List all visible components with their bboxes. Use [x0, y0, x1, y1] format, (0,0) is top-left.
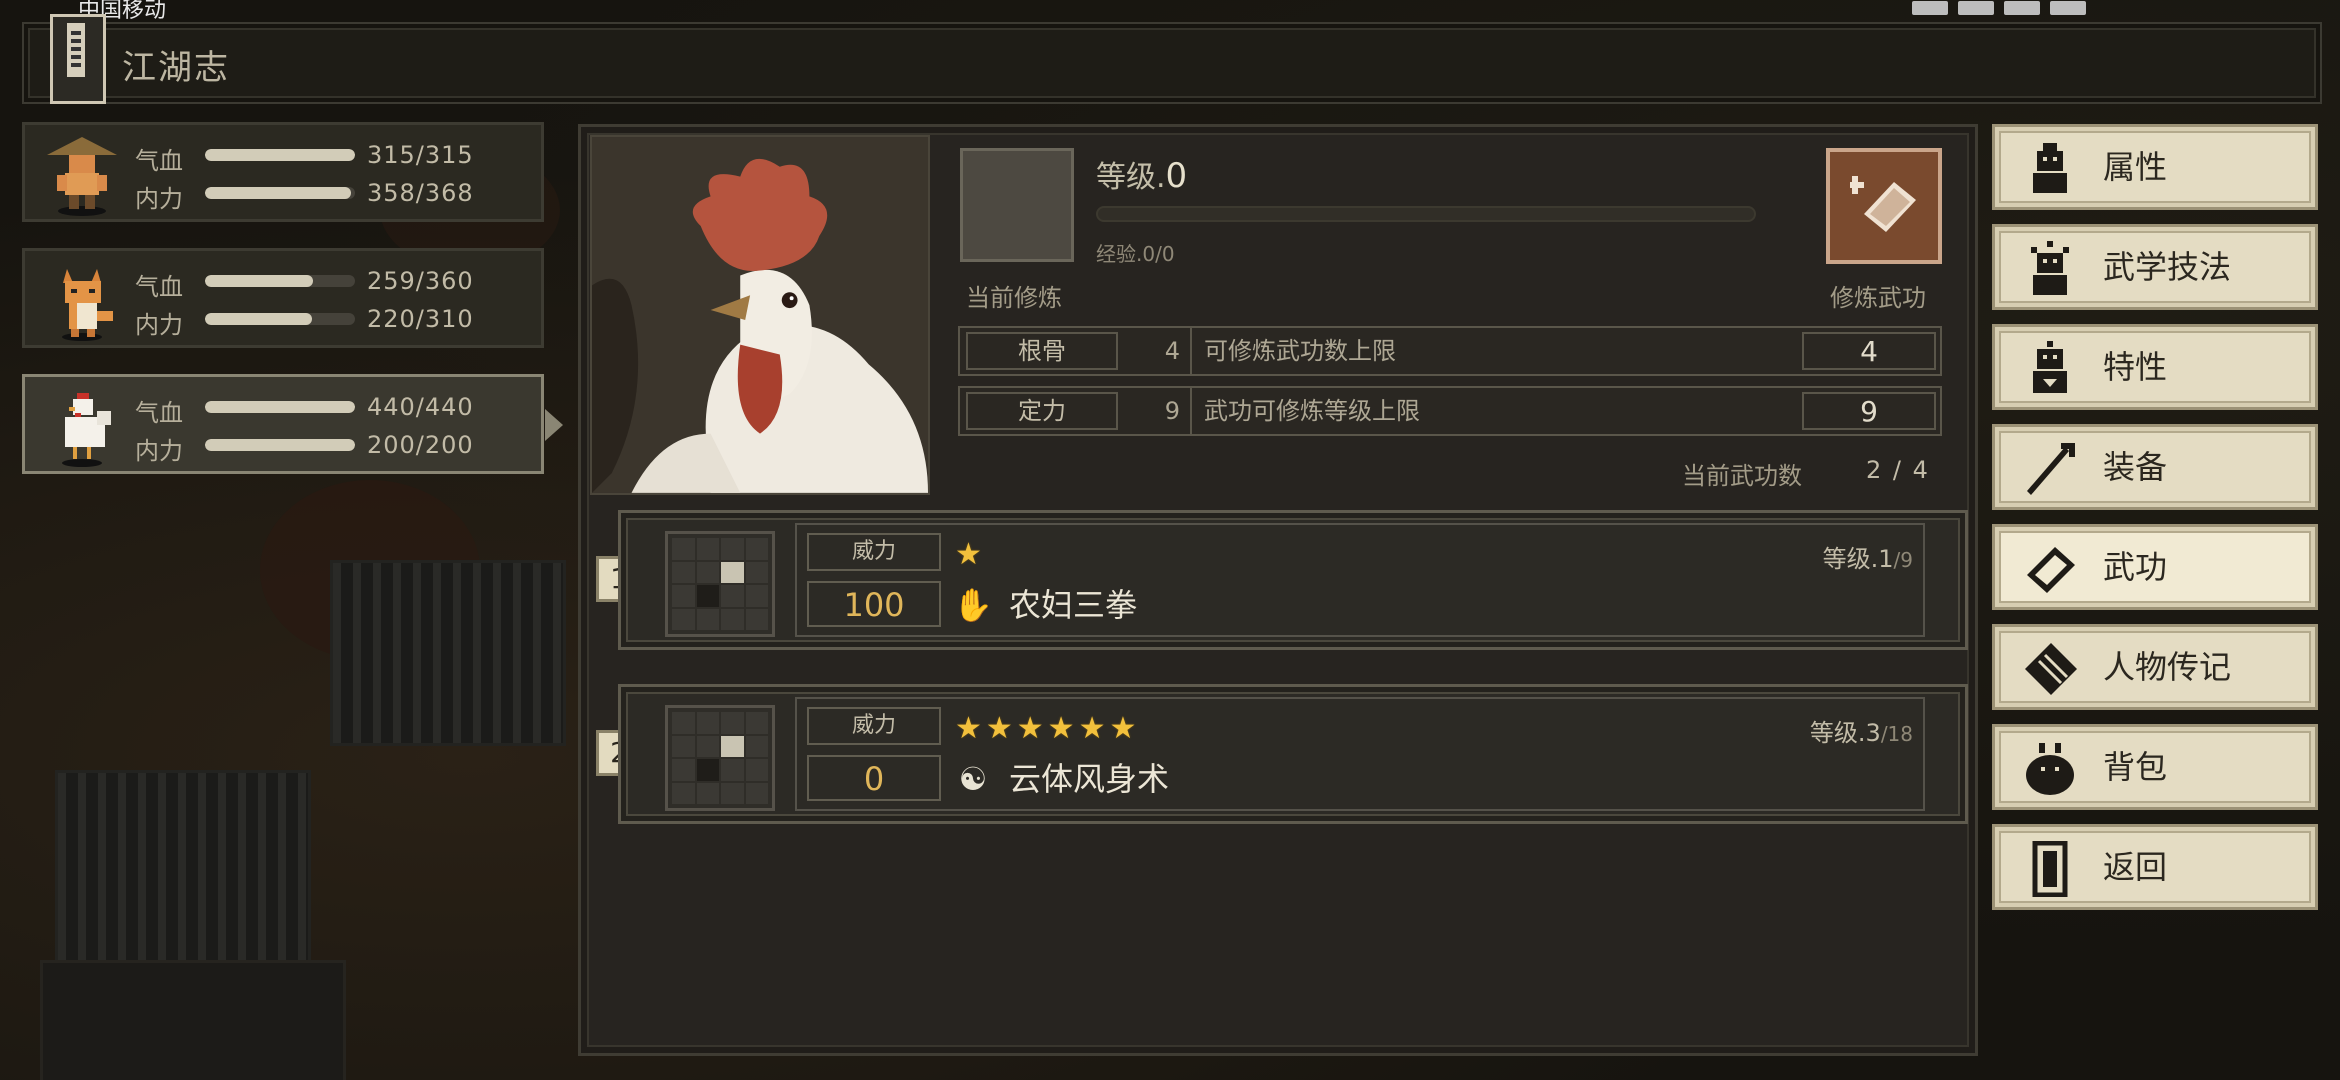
menu-label: 人物传记 — [2103, 648, 2232, 686]
current-training-slot[interactable] — [960, 148, 1074, 262]
rooster-portrait-image — [592, 137, 928, 493]
skill-name: 云体风身术 — [1009, 760, 1170, 798]
power-value: 0 — [807, 755, 941, 801]
yinyang-icon: ☯ — [958, 760, 988, 798]
skill-pattern-icon — [665, 531, 775, 637]
page-title: 江湖志 — [122, 48, 230, 88]
attribute-description: 可修炼武功数上限 — [1204, 337, 1396, 365]
party-member-2[interactable]: 气血 259/360 内力 220/310 — [22, 248, 544, 348]
fist-icon: ✋ — [953, 586, 993, 624]
attribute-value: 4 — [1164, 337, 1180, 365]
menu-label: 属性 — [2103, 148, 2168, 186]
martial-arts-icon — [2027, 547, 2075, 593]
experience-bar — [1096, 206, 1756, 222]
menu-backpack-button[interactable]: 背包 — [1992, 724, 2318, 810]
title-bar — [22, 22, 2322, 104]
power-label: 威力 — [807, 533, 941, 571]
skill-stars: ★★★★★★ — [955, 711, 1141, 746]
mp-label: 内力 — [135, 437, 183, 465]
straw-hat-hero-avatar — [47, 137, 117, 216]
experience-text: 经验.0/0 — [1096, 242, 1175, 266]
mp-label: 内力 — [135, 185, 183, 213]
menu-label: 背包 — [2103, 748, 2168, 786]
attribute-cap: 4 — [1802, 332, 1936, 370]
skill-level: 等级.3/18 — [1809, 719, 1913, 747]
rooster-avatar — [62, 393, 111, 467]
attributes-icon — [2033, 143, 2067, 193]
hp-value: 440/440 — [367, 393, 474, 421]
hp-label: 气血 — [135, 399, 183, 427]
scroll-plus-icon — [1850, 176, 1916, 232]
skill-pattern-icon — [665, 705, 775, 811]
backpack-icon — [2026, 743, 2074, 795]
skill-card-1[interactable]: 威力 100 ★ ✋ 农妇三拳 等级.1/9 — [618, 510, 1968, 650]
status-icons — [1912, 0, 2272, 18]
mp-bar — [205, 187, 355, 199]
attribute-cap: 9 — [1802, 392, 1936, 430]
attribute-name: 定力 — [966, 392, 1118, 430]
hp-label: 气血 — [135, 273, 183, 301]
training-level: 等级.0 — [1096, 156, 1188, 196]
hp-bar — [205, 149, 355, 161]
menu-biography-button[interactable]: 人物传记 — [1992, 624, 2318, 710]
selected-arrow-icon — [545, 409, 563, 441]
menu-label: 特性 — [2103, 348, 2168, 386]
mp-value: 358/368 — [367, 179, 474, 207]
mp-value: 220/310 — [367, 305, 474, 333]
skill-count-value: 2 / 4 — [1866, 456, 1930, 484]
attribute-description: 武功可修炼等级上限 — [1204, 397, 1420, 425]
character-portrait — [590, 135, 930, 495]
attribute-value: 9 — [1164, 397, 1180, 425]
menu-label: 武学技法 — [2103, 248, 2232, 286]
skill-name: 农妇三拳 — [1009, 586, 1138, 624]
hp-bar — [205, 275, 355, 287]
menu-label: 装备 — [2103, 448, 2168, 486]
menu-traits-button[interactable]: 特性 — [1992, 324, 2318, 410]
party-member-1[interactable]: 气血 315/315 内力 358/368 — [22, 122, 544, 222]
martial-tech-icon — [2031, 241, 2069, 295]
status-bar: 中国移动 — [0, 0, 2340, 22]
attribute-row-focus: 定力 9 武功可修炼等级上限 9 — [958, 386, 1942, 436]
skill-count-label: 当前武功数 — [1682, 462, 1802, 490]
mp-value: 200/200 — [367, 431, 474, 459]
attribute-name: 根骨 — [966, 332, 1118, 370]
skill-stars: ★ — [955, 537, 986, 572]
equipment-icon — [2027, 443, 2075, 495]
menu-label: 武功 — [2103, 548, 2168, 586]
train-martial-art-label: 修炼武功 — [1830, 284, 1926, 312]
menu-back-button[interactable]: 返回 — [1992, 824, 2318, 910]
party-member-3[interactable]: 气血 440/440 内力 200/200 — [22, 374, 563, 474]
journal-book-icon — [50, 14, 106, 104]
power-label: 威力 — [807, 707, 941, 745]
menu-attributes-button[interactable]: 属性 — [1992, 124, 2318, 210]
current-training-label: 当前修炼 — [966, 284, 1062, 312]
hp-value: 259/360 — [367, 267, 474, 295]
door-icon — [2032, 841, 2068, 897]
mp-bar — [205, 439, 355, 451]
hp-label: 气血 — [135, 147, 183, 175]
menu-martial-arts-button[interactable]: 武功 — [1992, 524, 2318, 610]
skill-level: 等级.1/9 — [1822, 545, 1913, 573]
skill-card-2[interactable]: 威力 0 ★★★★★★ ☯ 云体风身术 等级.3/18 — [618, 684, 1968, 824]
menu-label: 返回 — [2103, 848, 2168, 886]
attribute-row-root-bone: 根骨 4 可修炼武功数上限 4 — [958, 326, 1942, 376]
hp-bar — [205, 401, 355, 413]
menu-martial-tech-button[interactable]: 武学技法 — [1992, 224, 2318, 310]
fox-companion-avatar — [62, 269, 113, 341]
hp-value: 315/315 — [367, 141, 474, 169]
mp-label: 内力 — [135, 311, 183, 339]
train-martial-art-button[interactable] — [1826, 148, 1942, 264]
power-value: 100 — [807, 581, 941, 627]
mp-bar — [205, 313, 355, 325]
menu-equipment-button[interactable]: 装备 — [1992, 424, 2318, 510]
biography-icon — [2025, 643, 2077, 695]
traits-icon — [2033, 341, 2067, 393]
